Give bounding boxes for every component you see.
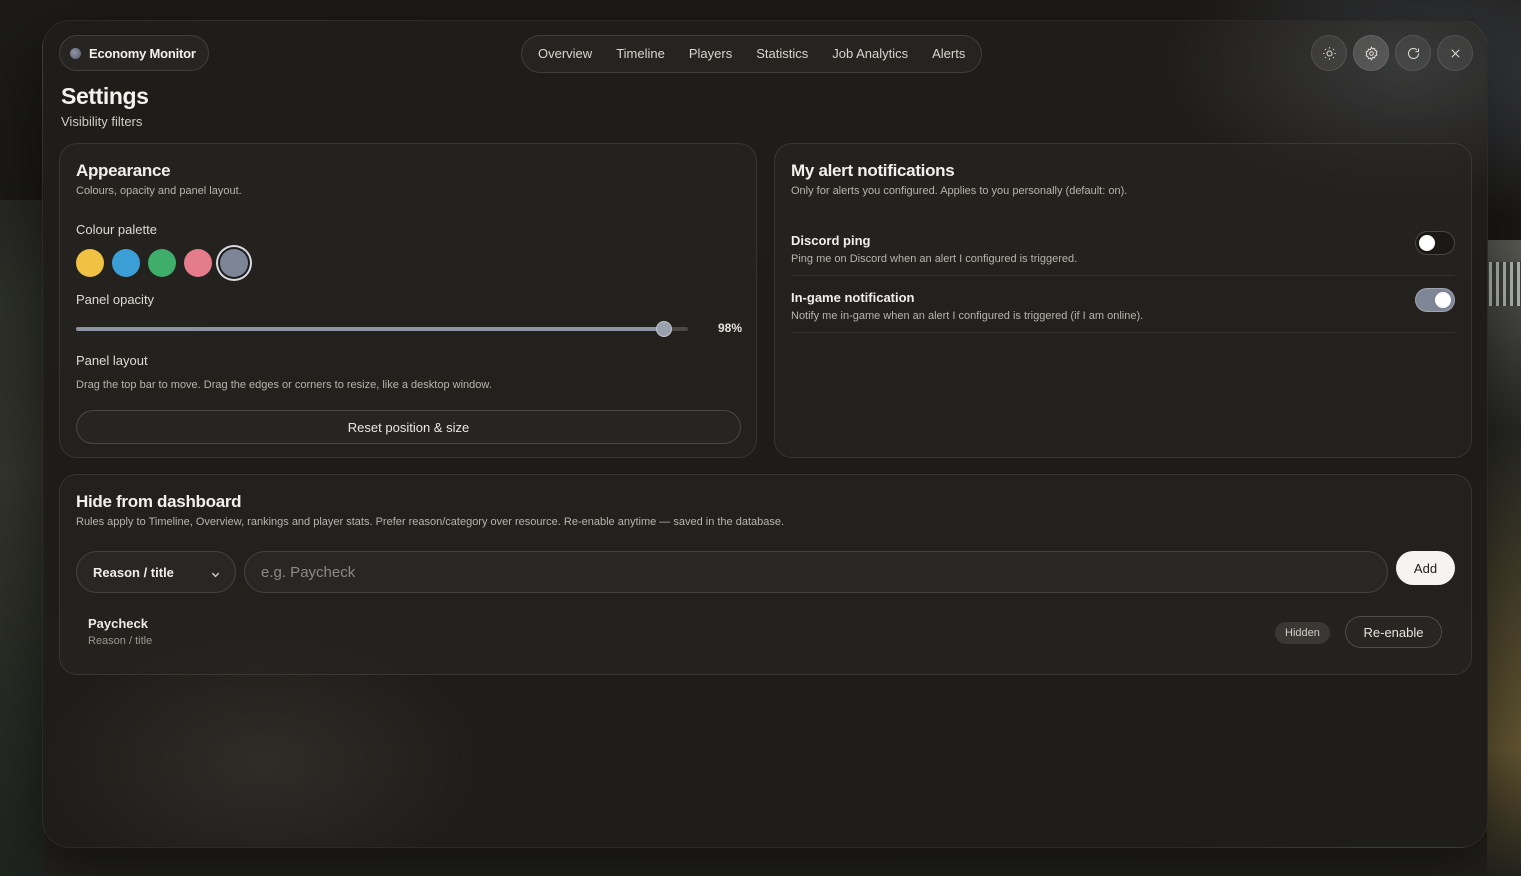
toggle-knob (1419, 235, 1435, 251)
settings-button[interactable] (1353, 35, 1389, 71)
palette-swatch-4[interactable] (184, 249, 212, 277)
reset-position-button[interactable]: Reset position & size (76, 410, 741, 444)
ingame-notification-description: Notify me in-game when an alert I config… (791, 310, 1144, 322)
rule-type-select[interactable]: Reason / title (76, 551, 236, 593)
add-rule-button[interactable]: Add (1396, 551, 1455, 585)
rule-title: Paycheck (88, 616, 148, 631)
rule-value-input[interactable] (244, 551, 1388, 593)
palette-swatch-5[interactable] (220, 249, 248, 277)
opacity-slider[interactable] (76, 321, 688, 337)
hide-from-dashboard-card: Hide from dashboard Rules apply to Timel… (59, 474, 1472, 675)
alerts-title: My alert notifications (791, 161, 955, 180)
main-nav: Overview Timeline Players Statistics Job… (521, 35, 983, 73)
chevron-down-icon (210, 567, 221, 578)
palette-label: Colour palette (76, 222, 157, 237)
background-right (1487, 240, 1521, 876)
background-left (0, 200, 45, 876)
alert-row-ingame: In-game notification Notify me in-game w… (791, 276, 1455, 333)
sun-icon (1322, 46, 1336, 60)
status-badge: Hidden (1275, 622, 1330, 644)
refresh-button[interactable] (1395, 35, 1431, 71)
background-stripes (1489, 262, 1521, 306)
close-icon (1450, 48, 1460, 58)
tab-alerts[interactable]: Alerts (920, 36, 977, 72)
ingame-notification-title: In-game notification (791, 290, 915, 305)
opacity-slider-fill (76, 327, 664, 331)
opacity-label: Panel opacity (76, 292, 155, 307)
palette-swatch-1[interactable] (76, 249, 104, 277)
hide-title: Hide from dashboard (76, 492, 242, 511)
brand-dot-icon (70, 47, 81, 59)
tab-timeline[interactable]: Timeline (604, 36, 677, 72)
discord-ping-title: Discord ping (791, 233, 871, 248)
rule-type-value: Reason / title (93, 565, 174, 580)
tab-overview[interactable]: Overview (526, 36, 604, 72)
tab-players[interactable]: Players (677, 36, 744, 72)
alert-row-discord: Discord ping Ping me on Discord when an … (791, 219, 1455, 276)
gear-icon (1365, 45, 1377, 61)
toolbar (1311, 35, 1473, 71)
close-button[interactable] (1437, 35, 1473, 71)
rule-type: Reason / title (88, 635, 153, 647)
tab-job-analytics[interactable]: Job Analytics (820, 36, 920, 72)
settings-window[interactable]: Economy Monitor Overview Timeline Player… (42, 20, 1488, 848)
appearance-card: Appearance Colours, opacity and panel la… (59, 143, 757, 458)
palette-swatch-3[interactable] (148, 249, 176, 277)
hide-description: Rules apply to Timeline, Overview, ranki… (76, 516, 785, 528)
palette-swatch-2[interactable] (112, 249, 140, 277)
brand-pill: Economy Monitor (59, 35, 209, 71)
colour-palette (76, 249, 248, 277)
discord-ping-description: Ping me on Discord when an alert I confi… (791, 253, 1078, 265)
re-enable-button[interactable]: Re-enable (1345, 616, 1442, 648)
ingame-notification-toggle[interactable] (1415, 288, 1455, 312)
toggle-knob (1435, 292, 1451, 308)
discord-ping-toggle[interactable] (1415, 231, 1455, 255)
opacity-value: 98% (717, 321, 742, 335)
appearance-description: Colours, opacity and panel layout. (76, 185, 242, 197)
refresh-icon (1407, 47, 1419, 59)
alerts-description: Only for alerts you configured. Applies … (791, 185, 1128, 197)
theme-button[interactable] (1311, 35, 1347, 71)
page-title: Settings (61, 83, 149, 109)
layout-description: Drag the top bar to move. Drag the edges… (76, 379, 492, 391)
tab-statistics[interactable]: Statistics (744, 36, 820, 72)
page-subtitle: Visibility filters (61, 114, 143, 129)
layout-label: Panel layout (76, 353, 148, 368)
alert-notifications-card: My alert notifications Only for alerts y… (774, 143, 1472, 458)
appearance-title: Appearance (76, 161, 171, 180)
opacity-slider-thumb[interactable] (656, 321, 672, 337)
brand-label: Economy Monitor (89, 45, 196, 61)
